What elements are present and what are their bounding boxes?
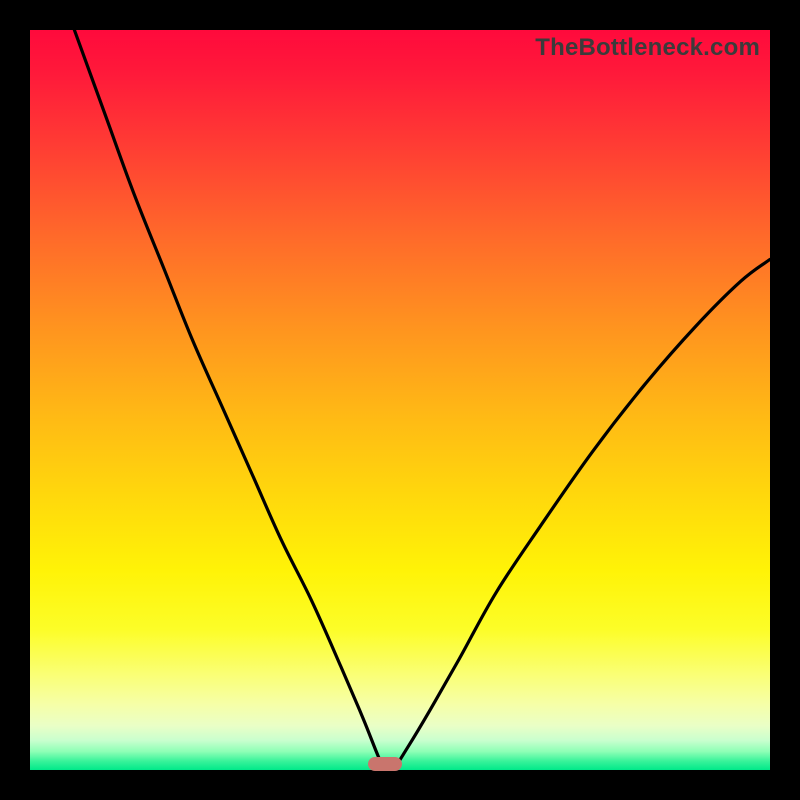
optimum-marker [368,757,402,771]
chart-frame: TheBottleneck.com [0,0,800,800]
curve-path [74,30,770,773]
plot-area: TheBottleneck.com [30,30,770,770]
bottleneck-curve [30,30,770,770]
